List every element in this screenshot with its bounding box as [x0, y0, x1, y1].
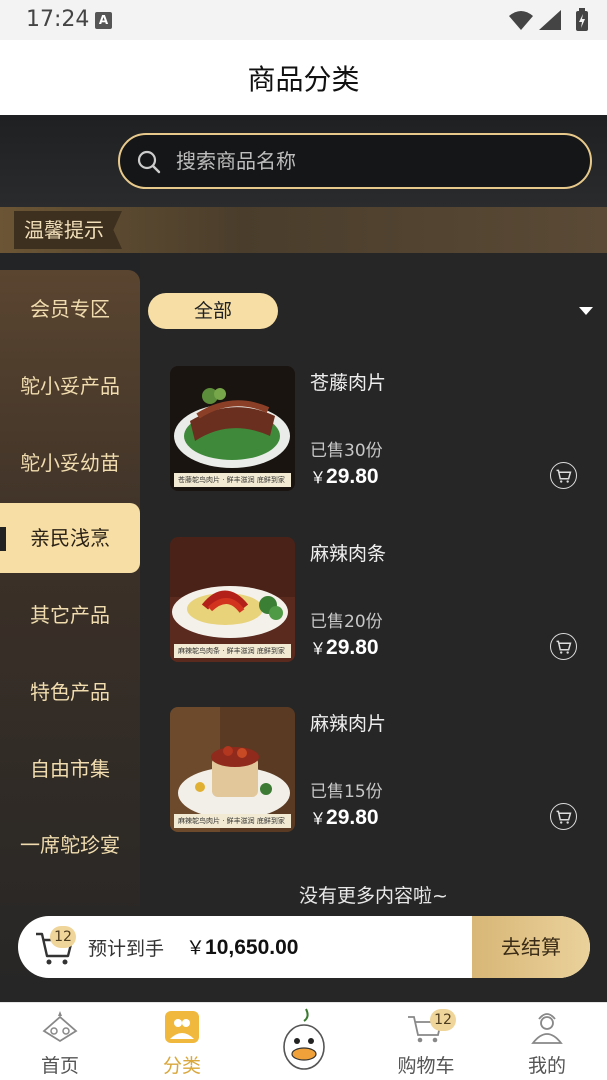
product-image[interactable]: 麻辣鸵鸟肉片 · 鲜丰滋润 底鲜到家: [170, 707, 295, 832]
cart-badge: 12: [430, 1009, 456, 1031]
product-name[interactable]: 苍藤肉片: [310, 368, 386, 395]
product-card[interactable]: 麻辣鸵鸟肉片 · 鲜丰滋润 底鲜到家 麻辣肉片 已售15份 ￥29.80: [170, 707, 595, 835]
add-to-cart-icon[interactable]: [550, 803, 577, 830]
price-value: 29.80: [326, 806, 379, 829]
product-sold-count: 已售30份: [310, 441, 383, 461]
product-price: ￥29.80: [310, 805, 379, 830]
profile-icon: [531, 1013, 563, 1044]
tab-category[interactable]: 分类: [132, 1003, 232, 1080]
add-to-cart-icon[interactable]: [550, 462, 577, 489]
tab-cart[interactable]: 12 购物车: [376, 1003, 476, 1080]
category-sidebar: 会员专区 鸵小妥产品 鸵小妥幼苗 亲民浅烹 其它产品 特色产品 自由市集 一席鸵…: [0, 270, 140, 1002]
signal-icon: [509, 10, 561, 30]
product-name[interactable]: 麻辣肉条: [310, 539, 386, 566]
product-price: ￥29.80: [310, 635, 379, 660]
status-bar: 17:24 A: [0, 0, 607, 40]
product-image[interactable]: 麻辣鸵鸟肉条 · 鲜丰滋润 底鲜到家: [170, 537, 295, 662]
sidebar-item-light-cooking[interactable]: 亲民浅烹: [0, 503, 140, 573]
price-value: 29.80: [326, 636, 379, 659]
estimated-label: 预计到手: [88, 938, 165, 960]
page-title: 商品分类: [247, 63, 360, 96]
product-image-caption: 麻辣鸵鸟肉片 · 鲜丰滋润 底鲜到家: [174, 814, 291, 828]
product-list-area: 全部 苍藤鸵鸟肉片 · 鲜丰滋润 底鲜到家 苍藤肉片 已售30份 ￥29.80: [140, 253, 607, 1002]
mascot-icon: [283, 1008, 325, 1070]
sidebar-item-products[interactable]: 鸵小妥产品: [0, 351, 140, 421]
tab-home[interactable]: 首页: [10, 1003, 110, 1080]
product-name[interactable]: 麻辣肉片: [310, 709, 386, 736]
product-image-caption: 苍藤鸵鸟肉片 · 鲜丰滋润 底鲜到家: [174, 473, 291, 487]
status-time: 17:24: [26, 7, 90, 32]
sidebar-item-member-zone[interactable]: 会员专区: [0, 274, 140, 344]
price-value: 29.80: [326, 465, 379, 488]
sidebar-item-other-products[interactable]: 其它产品: [0, 580, 140, 650]
product-image-caption: 麻辣鸵鸟肉条 · 鲜丰滋润 底鲜到家: [174, 644, 291, 658]
product-image[interactable]: 苍藤鸵鸟肉片 · 鲜丰滋润 底鲜到家: [170, 366, 295, 491]
tab-label: 我的: [527, 1055, 566, 1077]
sidebar-item-banquet[interactable]: 一席鸵珍宴: [0, 810, 140, 880]
sidebar-item-label: 亲民浅烹: [30, 526, 110, 550]
tab-label: 首页: [40, 1055, 79, 1077]
currency-symbol: ￥: [310, 809, 327, 828]
estimated-amount: ￥10,650.00: [186, 933, 298, 960]
tab-label: 购物车: [397, 1055, 455, 1077]
home-icon: [42, 1011, 78, 1043]
product-sold-count: 已售15份: [310, 782, 383, 802]
battery-icon: [576, 8, 588, 31]
header: 商品分类: [0, 40, 607, 115]
product-price: ￥29.80: [310, 464, 379, 489]
tab-label: 分类: [162, 1055, 201, 1077]
product-card[interactable]: 麻辣鸵鸟肉条 · 鲜丰滋润 底鲜到家 麻辣肉条 已售20份 ￥29.80: [170, 537, 595, 665]
checkout-bar: 12 预计到手 ￥10,650.00 去结算: [18, 916, 590, 978]
search-input[interactable]: [176, 145, 566, 177]
sidebar-item-free-market[interactable]: 自由市集: [0, 734, 140, 804]
notice-label: 温馨提示: [14, 211, 122, 249]
sidebar-item-featured[interactable]: 特色产品: [0, 657, 140, 727]
product-card[interactable]: 苍藤鸵鸟肉片 · 鲜丰滋润 底鲜到家 苍藤肉片 已售30份 ￥29.80: [170, 366, 595, 494]
list-end-text: 没有更多内容啦~: [299, 885, 448, 907]
currency-symbol: ￥: [186, 937, 206, 959]
sidebar-item-seedlings[interactable]: 鸵小妥幼苗: [0, 428, 140, 498]
product-sold-count: 已售20份: [310, 612, 383, 632]
tab-profile[interactable]: 我的: [497, 1003, 597, 1080]
currency-symbol: ￥: [310, 639, 327, 658]
filter-chip-all[interactable]: 全部: [148, 293, 278, 329]
checkout-button[interactable]: 去结算: [472, 916, 590, 978]
active-indicator: [0, 527, 6, 551]
tab-mascot[interactable]: [254, 1003, 354, 1080]
currency-symbol: ￥: [310, 468, 327, 487]
category-icon: [165, 1011, 199, 1043]
add-to-cart-icon[interactable]: [550, 633, 577, 660]
search-icon: [137, 150, 161, 174]
tab-bar: 首页 分类 12 购物车 我的: [0, 1002, 607, 1080]
dropdown-arrow-icon[interactable]: [579, 307, 593, 315]
notification-icon: A: [95, 12, 112, 29]
notice-bar[interactable]: 温馨提示: [0, 207, 607, 253]
search-area: [0, 115, 607, 207]
amount-value: 10,650.00: [205, 936, 299, 959]
search-box[interactable]: [118, 133, 592, 189]
cart-count-badge: 12: [50, 926, 76, 948]
